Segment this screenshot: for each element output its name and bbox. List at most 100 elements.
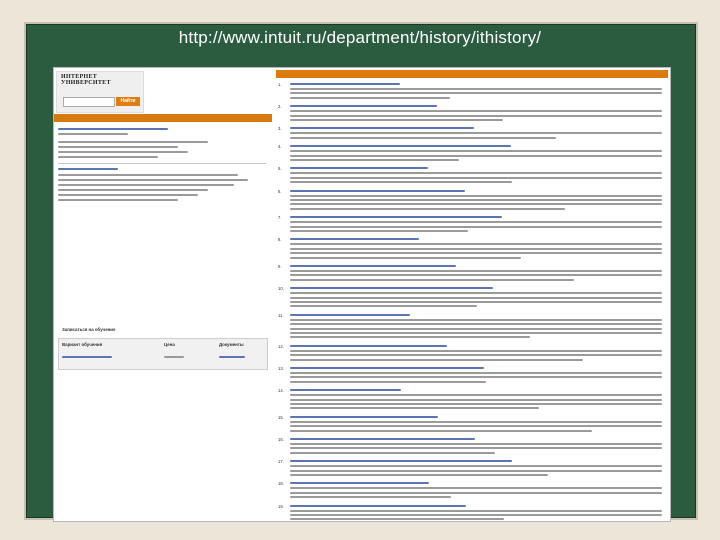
content-item-text-line — [290, 474, 548, 476]
content-item-title-link[interactable] — [290, 389, 401, 392]
content-item-text-line — [290, 380, 486, 383]
content-item-text-line — [290, 274, 662, 277]
content-item-text-line — [290, 150, 662, 153]
content-item-text-line — [290, 221, 662, 224]
sidebar-text-line — [58, 141, 208, 143]
content-item-text-line — [290, 88, 662, 90]
content-item-text-line — [290, 443, 662, 445]
content-item-title-link[interactable] — [290, 313, 410, 316]
content-item-text-line — [290, 354, 662, 357]
content-item-text-line — [290, 247, 662, 250]
search-input[interactable] — [63, 97, 115, 107]
content-item-text-line — [290, 114, 662, 117]
content-item-text-line — [290, 230, 468, 232]
content-item-text-line — [290, 429, 592, 432]
slide-frame: http://www.intuit.ru/department/history/… — [0, 0, 720, 540]
sidebar-text-line — [58, 189, 208, 191]
content-item-text-line — [290, 159, 459, 161]
content-item-text-line — [290, 270, 662, 272]
content-item-text-line — [290, 207, 565, 210]
enrollment-price — [164, 356, 184, 358]
content-item-text-line — [290, 301, 662, 303]
site-logo-box: ИНТЕРНЕТ УНИВЕРСИТЕТ Найти — [56, 71, 144, 113]
content-item-text-line — [290, 323, 662, 326]
content-item-text-line — [290, 194, 662, 197]
content-item-text-line — [290, 327, 662, 330]
content-item-title-link[interactable] — [290, 504, 466, 507]
content-item-text-line — [290, 358, 583, 361]
content-item-text-line — [290, 447, 662, 450]
sidebar-text-line — [58, 156, 158, 158]
content-item-text-line — [290, 176, 662, 179]
content-item-text-line — [290, 119, 503, 121]
content-header-bar — [276, 70, 668, 78]
sidebar-text-line — [58, 199, 178, 201]
content-item-title-link[interactable] — [290, 460, 512, 463]
content-item-text-line — [290, 252, 662, 255]
content-item-text-line — [290, 92, 662, 95]
content-item-title-link[interactable] — [290, 145, 511, 148]
content-item-text-line — [290, 425, 662, 428]
sidebar-link-line[interactable] — [58, 128, 168, 130]
content-item-text-line — [290, 349, 662, 352]
sidebar-nav-bar — [54, 114, 272, 122]
content-item-text-line — [290, 403, 662, 405]
search-button[interactable]: Найти — [116, 97, 140, 106]
content-item-text-line — [290, 225, 662, 228]
sidebar: ИНТЕРНЕТ УНИВЕРСИТЕТ Найти Записаться на… — [54, 68, 272, 521]
content-item-text-line — [290, 372, 662, 374]
content-item-text-line — [290, 469, 662, 472]
content-item-text-line — [290, 336, 530, 339]
content-item-text-line — [290, 376, 662, 379]
content-item-title-link[interactable] — [290, 344, 447, 347]
content-item-text-line — [290, 132, 662, 135]
content-item-title-link[interactable] — [290, 287, 493, 290]
content-item-text-line — [290, 487, 662, 490]
sidebar-link-line[interactable] — [58, 168, 118, 170]
content-item-text-line — [290, 394, 662, 397]
content-item-title-link[interactable] — [290, 415, 438, 418]
enrollment-col-price: Цена — [164, 342, 175, 347]
content-item-text-line — [290, 154, 662, 157]
content-item-text-line — [290, 256, 521, 259]
web-page-screenshot: ИНТЕРНЕТ УНИВЕРСИТЕТ Найти Записаться на… — [53, 67, 671, 522]
content-item-text-line — [290, 181, 512, 184]
content-item-title-link[interactable] — [290, 265, 456, 267]
main-content: 1. 2. 3. 4. 5. 6. 7. 8. 9. 10. 11. 12. 13. 14. 15. 16. 1… — [276, 68, 668, 521]
content-item-title-link[interactable] — [290, 189, 465, 192]
content-item-title-link[interactable] — [290, 83, 400, 85]
sidebar-text-line — [58, 194, 198, 196]
content-item-text-line — [290, 203, 662, 206]
content-item-text-line — [290, 332, 662, 334]
content-item-text-line — [290, 491, 662, 494]
enrollment-col-docs: Документы — [219, 342, 244, 347]
content-item-text-line — [290, 292, 662, 295]
content-item-text-line — [290, 296, 662, 299]
content-item-text-line — [290, 518, 504, 521]
content-item-title-link[interactable] — [290, 105, 437, 108]
sidebar-text-line — [58, 146, 178, 148]
content-item-text-line — [290, 509, 662, 512]
content-item-text-line — [290, 420, 662, 423]
sidebar-text-line — [58, 174, 238, 176]
enrollment-option-link[interactable] — [62, 356, 112, 358]
content-item-text-line — [290, 199, 662, 201]
sidebar-text-line — [58, 151, 188, 153]
content-item-title-link[interactable] — [290, 367, 484, 369]
content-item-text-line — [290, 451, 495, 454]
site-logo: ИНТЕРНЕТ УНИВЕРСИТЕТ — [61, 74, 111, 86]
sidebar-text-line — [58, 184, 234, 186]
enrollment-col-variant: Вариант обучения — [62, 342, 103, 347]
content-item-text-line — [290, 172, 662, 175]
content-item-text-line — [290, 496, 451, 499]
content-item-text-line — [290, 465, 662, 468]
content-item-text-line — [290, 318, 662, 321]
content-item-title-link[interactable] — [290, 438, 475, 440]
content-item-title-link[interactable] — [290, 216, 502, 219]
content-item-text-line — [290, 110, 662, 113]
content-item-text-line — [290, 514, 662, 516]
sidebar-divider — [58, 163, 266, 164]
content-item-text-line — [290, 136, 556, 139]
enrollment-docs-link[interactable] — [219, 356, 245, 358]
content-item-text-line — [290, 407, 539, 410]
